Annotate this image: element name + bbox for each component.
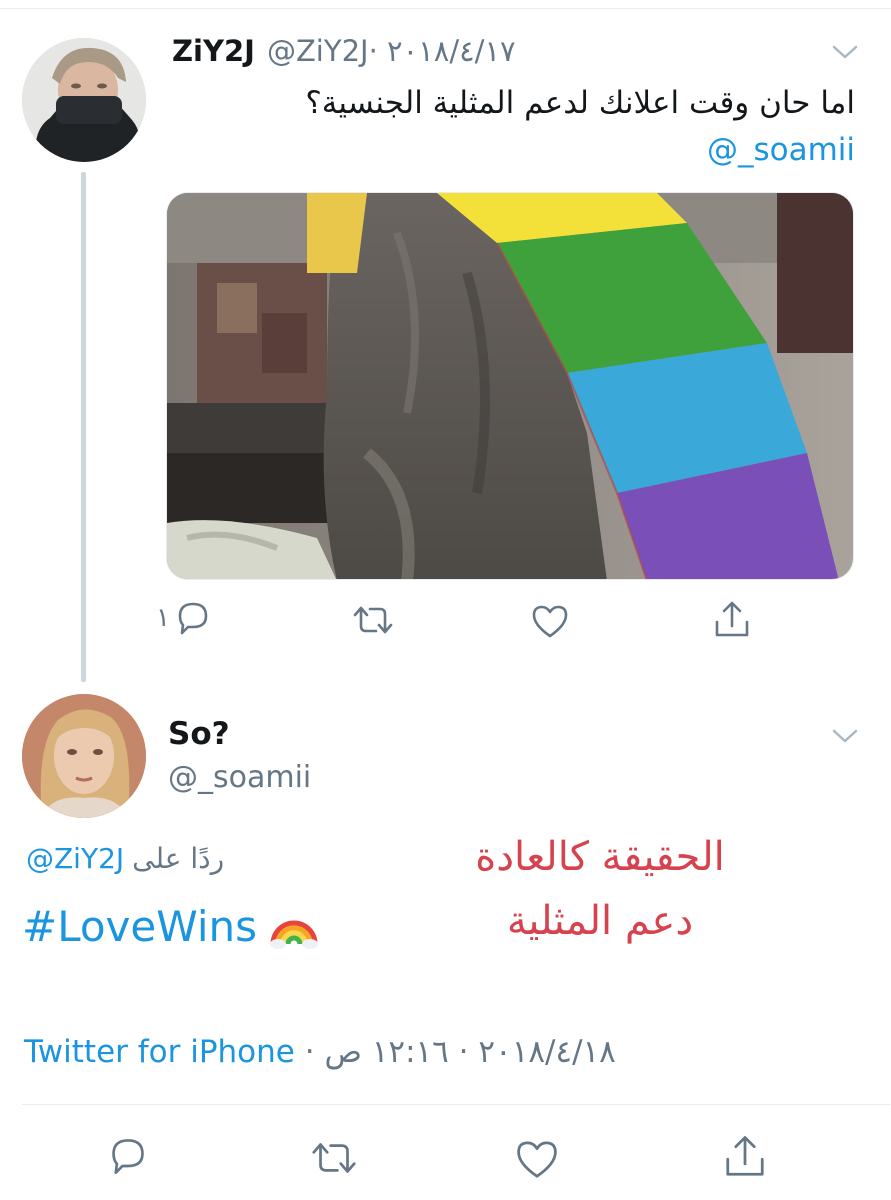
reply-action[interactable]: ١ — [156, 600, 212, 636]
tweet-source-link[interactable]: Twitter for iPhone — [24, 1034, 295, 1070]
reply-icon — [178, 602, 208, 635]
tweet-timestamp: · ٢٠١٨/٤/١٨ · ١٢:١٦ ص — [294, 1034, 616, 1070]
hashtag-link[interactable]: #LoveWins — [22, 902, 257, 951]
chevron-down-icon[interactable] — [832, 728, 858, 744]
tweet-date[interactable]: · ٢٠١٨/٤/١٧ — [369, 34, 516, 68]
reply-author-avatar[interactable] — [22, 694, 146, 818]
share-action[interactable] — [722, 1134, 768, 1180]
reply-action[interactable] — [106, 1136, 150, 1176]
share-icon — [726, 1136, 764, 1176]
tweet-media-photo[interactable] — [166, 192, 854, 580]
retweet-action[interactable] — [310, 1140, 358, 1176]
retweet-icon — [312, 1143, 356, 1173]
overlay-caption-line2: دعم المثلية — [506, 898, 694, 944]
replying-to-label: ردًا على — [132, 842, 225, 875]
reply-author-name[interactable]: So? — [168, 716, 230, 752]
like-action[interactable] — [530, 603, 570, 639]
reply-count: ١ — [156, 603, 170, 633]
tweet-text: اما حان وقت اعلانك لدعم المثلية الجنسية؟ — [305, 85, 855, 121]
like-action[interactable] — [514, 1138, 560, 1180]
mention-link[interactable]: @_soamii — [707, 132, 855, 168]
author-handle[interactable]: @ZiY2J — [267, 34, 369, 68]
overlay-caption-line1: الحقيقة كالعادة — [475, 834, 725, 880]
author-avatar[interactable] — [22, 38, 146, 162]
rainbow-icon — [270, 920, 319, 949]
actions-divider — [22, 1104, 890, 1105]
tweet-header: ZiY2J @ZiY2J · ٢٠١٨/٤/١٧ — [172, 34, 516, 78]
tweet-meta: Twitter for iPhone · ٢٠١٨/٤/١٨ · ١٢:١٦ ص — [24, 1034, 616, 1070]
thread-connector-line — [81, 172, 86, 682]
retweet-action[interactable] — [352, 604, 394, 636]
reply-author-handle[interactable]: @_soamii — [168, 760, 311, 795]
reply-text: #LoveWins — [22, 902, 319, 951]
share-icon — [715, 601, 749, 637]
replying-to: @ZiY2J ردًا على — [26, 842, 224, 875]
author-name[interactable]: ZiY2J — [172, 34, 255, 68]
share-action[interactable] — [712, 600, 752, 640]
like-icon — [532, 605, 568, 638]
top-divider — [0, 8, 891, 9]
replying-to-handle[interactable]: @ZiY2J — [26, 842, 124, 875]
reply-icon — [112, 1139, 144, 1174]
retweet-icon — [353, 606, 393, 634]
like-icon — [517, 1141, 557, 1178]
chevron-down-icon[interactable] — [832, 44, 858, 60]
